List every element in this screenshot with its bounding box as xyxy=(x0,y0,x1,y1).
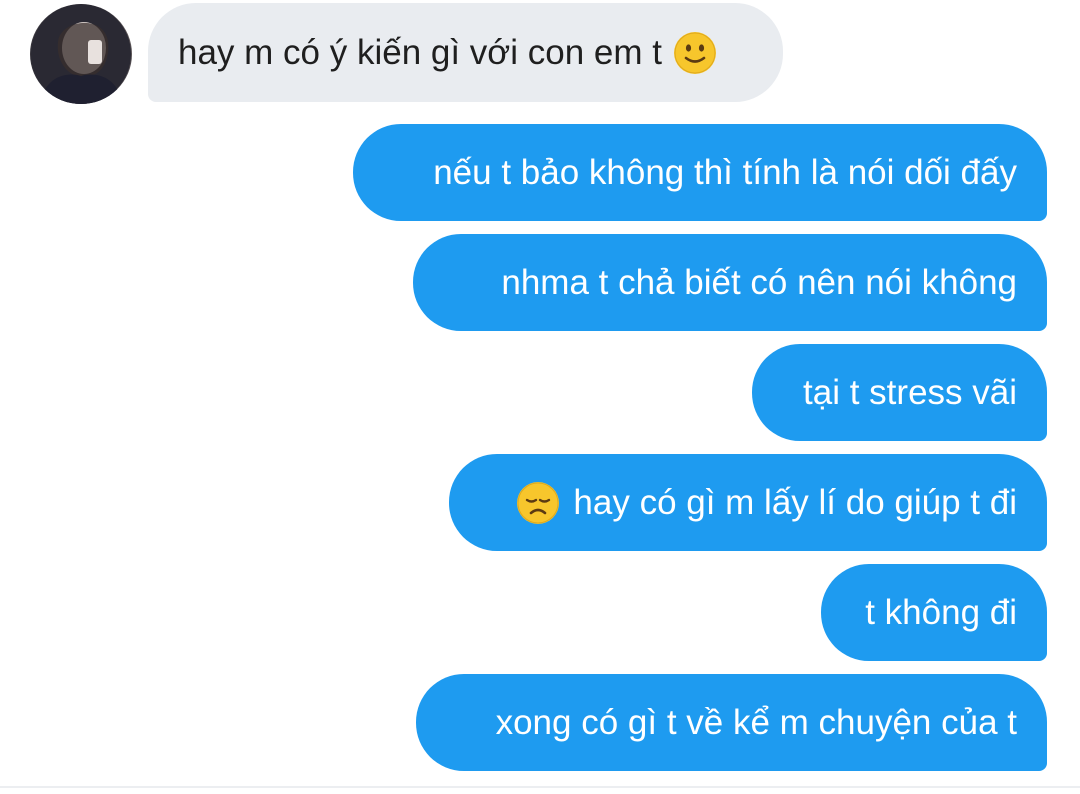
chat-thread: hay m có ý kiến gì với con em t nếu t bả… xyxy=(0,0,1080,794)
message-text: nếu t bảo không thì tính là nói dối đấy xyxy=(433,152,1017,192)
message-text: xong có gì t về kể m chuyện của t xyxy=(495,702,1017,742)
contact-avatar[interactable] xyxy=(30,4,132,104)
divider xyxy=(0,786,1080,788)
avatar-photo-icon xyxy=(31,4,131,104)
incoming-message-bubble[interactable]: hay m có ý kiến gì với con em t xyxy=(148,3,783,102)
outgoing-message-bubble[interactable]: nhma t chả biết có nên nói không xyxy=(413,234,1047,331)
outgoing-message-bubble[interactable]: nếu t bảo không thì tính là nói dối đấy xyxy=(353,124,1047,221)
outgoing-message-bubble[interactable]: t không đi xyxy=(821,564,1047,661)
outgoing-message-bubble[interactable]: hay có gì m lấy lí do giúp t đi xyxy=(449,454,1047,551)
message-text: nhma t chả biết có nên nói không xyxy=(501,262,1017,302)
message-text: hay m có ý kiến gì với con em t xyxy=(178,32,662,72)
message-text: t không đi xyxy=(865,592,1017,632)
slightly-smiling-face-icon xyxy=(673,31,716,74)
message-text: tại t stress vãi xyxy=(803,372,1017,412)
message-text: hay có gì m lấy lí do giúp t đi xyxy=(573,482,1017,522)
outgoing-message-bubble[interactable]: tại t stress vãi xyxy=(752,344,1047,441)
outgoing-message-bubble[interactable]: xong có gì t về kể m chuyện của t xyxy=(416,674,1047,771)
disappointed-face-icon xyxy=(517,481,560,524)
